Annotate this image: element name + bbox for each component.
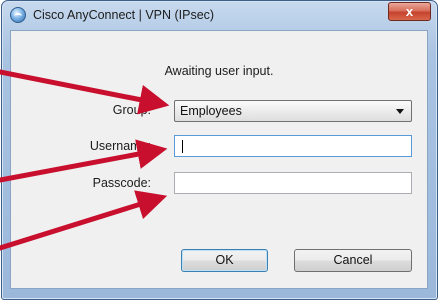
window-title: Cisco AnyConnect | VPN (IPsec) [33, 8, 215, 22]
chevron-down-icon [396, 109, 404, 114]
username-label: Username: [89, 139, 151, 153]
passcode-label: Passcode: [92, 176, 151, 190]
dialog-window: Cisco AnyConnect | VPN (IPsec) x Awaitin… [1, 0, 438, 300]
ok-button[interactable]: OK [181, 249, 268, 272]
username-input[interactable] [174, 135, 412, 157]
close-icon: x [405, 4, 414, 19]
group-label: Group: [112, 103, 151, 117]
group-select[interactable]: Employees [174, 100, 412, 122]
title-bar[interactable]: Cisco AnyConnect | VPN (IPsec) x [2, 1, 437, 29]
dialog-body: Awaiting user input. Group: Employees Us… [10, 30, 428, 289]
anyconnect-globe-icon [10, 7, 26, 23]
cancel-button[interactable]: Cancel [294, 249, 412, 272]
text-caret [182, 140, 183, 153]
group-selected-value: Employees [180, 104, 242, 118]
close-button[interactable]: x [388, 2, 431, 21]
status-message: Awaiting user input. [164, 64, 274, 78]
passcode-input[interactable] [174, 172, 412, 194]
